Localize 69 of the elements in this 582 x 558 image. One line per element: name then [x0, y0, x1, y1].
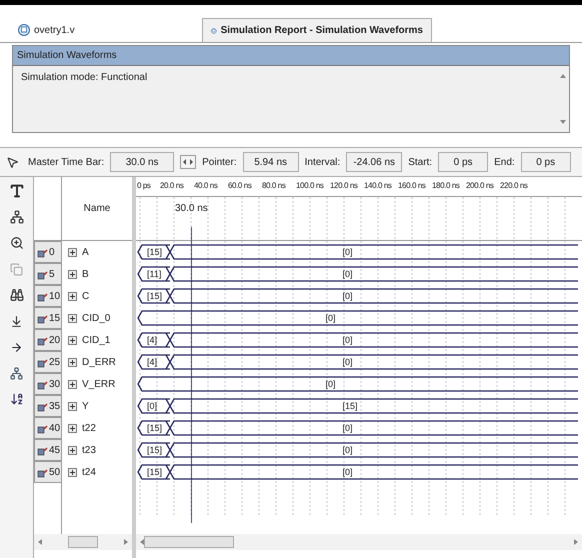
- signal-value: [15]: [147, 290, 162, 303]
- time-tick: 140.0 ns: [364, 180, 392, 192]
- time-tick: 40.0 ns: [194, 180, 218, 192]
- signal-name[interactable]: t22: [62, 417, 132, 439]
- panel-text: Simulation mode: Functional: [20, 71, 148, 85]
- signal-value: [4]: [147, 356, 158, 369]
- signal-value: [0]: [342, 466, 353, 479]
- node-index: 30: [34, 373, 62, 395]
- field-label: Interval:: [304, 156, 340, 170]
- node-index: 25: [34, 351, 62, 373]
- field-label: Start:: [408, 156, 432, 170]
- signal-name[interactable]: C: [62, 285, 132, 307]
- node-index: 10: [34, 285, 62, 307]
- signal-name[interactable]: CID_1: [62, 329, 132, 351]
- cursor-label: 30.0 ns: [175, 202, 208, 216]
- signal-value: [0]: [342, 444, 353, 457]
- signal-name[interactable]: V_ERR: [62, 373, 132, 395]
- node-index: 0: [34, 241, 62, 263]
- signal-value: [15]: [147, 422, 162, 435]
- signal-value: [15]: [342, 400, 358, 413]
- signal-value: [0]: [342, 356, 353, 369]
- time-tick: 20.0 ns: [160, 180, 184, 192]
- signal-value: [15]: [147, 246, 162, 259]
- signal-value: [0]: [326, 312, 336, 325]
- signal-name[interactable]: D_ERR: [62, 351, 132, 373]
- signal-value: [15]: [147, 444, 162, 457]
- signal-value: [0]: [342, 268, 353, 281]
- tab[interactable]: Simulation Report - Simulation Waveforms: [202, 18, 432, 42]
- field-label: Pointer:: [202, 156, 237, 170]
- field-label: End:: [494, 156, 515, 170]
- node-index: 20: [34, 329, 62, 351]
- time-tick: 100.0 ns: [296, 180, 324, 192]
- signal-value: [4]: [147, 334, 158, 347]
- node-index: 45: [34, 439, 62, 461]
- signal-value: [0]: [342, 290, 353, 303]
- input-field[interactable]: 0 ps: [520, 152, 571, 172]
- name-column-header[interactable]: Name: [62, 177, 132, 240]
- field-label: Master Time Bar:: [28, 156, 104, 170]
- node-index: 5: [34, 263, 62, 285]
- signal-value: [11]: [147, 268, 162, 281]
- input-field[interactable]: 0 ps: [438, 152, 488, 172]
- signal-name[interactable]: CID_0: [62, 307, 132, 329]
- time-tick: 200.0 ns: [466, 180, 494, 192]
- time-tick: 0 ps: [137, 180, 151, 192]
- signal-value: [15]: [147, 466, 162, 479]
- node-index: 15: [34, 307, 62, 329]
- signal-value: [0]: [342, 334, 353, 347]
- node-index: 35: [34, 395, 62, 417]
- time-tick: 60.0 ns: [228, 180, 252, 192]
- time-tick: 220.0 ns: [500, 180, 528, 192]
- time-tick: 180.0 ns: [432, 180, 460, 192]
- time-tick: 120.0 ns: [330, 180, 358, 192]
- input-field[interactable]: -24.06 ns: [346, 152, 402, 172]
- signal-name[interactable]: A: [62, 241, 132, 263]
- panel-title: Simulation Waveforms: [13, 46, 569, 66]
- signal-value: [0]: [342, 422, 353, 435]
- input-field[interactable]: 5.94 ns: [242, 152, 299, 172]
- signal-value: [0]: [147, 400, 158, 413]
- node-index: 40: [34, 417, 62, 439]
- signal-name[interactable]: t23: [62, 439, 132, 461]
- time-tick: 160.0 ns: [398, 180, 426, 192]
- signal-value: [0]: [342, 246, 353, 259]
- signal-value: [0]: [326, 378, 336, 391]
- signal-name[interactable]: B: [62, 263, 132, 285]
- signal-name[interactable]: t24: [62, 461, 132, 483]
- node-index: 50: [34, 461, 62, 483]
- input-field[interactable]: 30.0 ns: [110, 152, 174, 172]
- signal-name[interactable]: Y: [62, 395, 132, 417]
- time-tick: 80.0 ns: [262, 180, 286, 192]
